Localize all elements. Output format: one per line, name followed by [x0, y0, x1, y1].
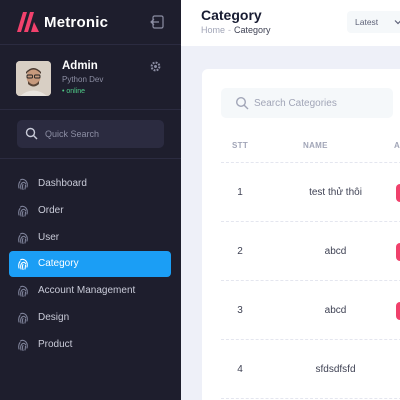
cell-name: test thử thôi — [309, 187, 362, 198]
delete-button[interactable] — [396, 184, 400, 202]
sidebar-item-label: Account Management — [38, 285, 136, 296]
category-card: STT NAME A 1 test thử thôi 2 abcd 3 abcd… — [202, 69, 400, 400]
column-header-name[interactable]: NAME — [303, 141, 328, 150]
fingerprint-icon — [18, 285, 28, 297]
table-row: 1 test thử thôi — [221, 163, 400, 222]
fingerprint-icon — [18, 232, 28, 244]
sidebar-item-user[interactable]: User — [9, 225, 171, 251]
fingerprint-icon — [18, 312, 28, 324]
user-panel: Admin Python Dev • online — [0, 46, 181, 110]
breadcrumb-separator: - — [228, 25, 232, 35]
user-status: • online — [62, 88, 86, 95]
sidebar: Metronic Admin Python Dev • online Quick… — [0, 0, 181, 400]
sort-select-value: Latest — [355, 17, 379, 27]
column-header-actions: A — [394, 141, 400, 150]
sidebar-item-product[interactable]: Product — [9, 332, 171, 358]
cell-name: abcd — [324, 246, 347, 257]
avatar-image — [16, 61, 51, 96]
sidebar-item-label: Design — [38, 312, 70, 323]
page-header: Category Home - Category Latest — [181, 0, 400, 46]
table-row: 3 abcd — [221, 281, 400, 340]
sidebar-item-label: Order — [38, 205, 64, 216]
cell-stt: 3 — [237, 305, 243, 316]
sidebar-divider — [0, 158, 181, 159]
metronic-logo-icon — [17, 12, 39, 32]
quick-search — [17, 120, 164, 148]
fingerprint-icon — [18, 205, 28, 217]
fingerprint-icon — [18, 339, 28, 351]
gear-icon[interactable] — [149, 60, 162, 73]
breadcrumb-home[interactable]: Home — [201, 25, 225, 35]
search-icon — [25, 127, 38, 140]
search-icon — [235, 96, 249, 110]
fingerprint-icon — [18, 178, 28, 190]
cell-stt: 2 — [237, 246, 243, 257]
user-name: Admin — [62, 60, 98, 72]
column-header-stt[interactable]: STT — [232, 141, 248, 150]
cell-name: sfdsdfsfd — [315, 364, 356, 375]
table-row: 2 abcd — [221, 222, 400, 281]
delete-button[interactable] — [396, 243, 400, 261]
sidebar-item-dashboard[interactable]: Dashboard — [9, 171, 171, 197]
sidebar-item-order[interactable]: Order — [9, 198, 171, 224]
cell-stt: 1 — [237, 187, 243, 198]
collapse-sidebar-icon[interactable] — [150, 15, 164, 29]
user-role: Python Dev — [62, 75, 104, 84]
category-search-input[interactable] — [254, 88, 389, 118]
sidebar-item-label: User — [38, 232, 60, 243]
quick-search-input[interactable] — [45, 120, 160, 148]
chevron-down-icon — [394, 20, 400, 25]
sidebar-item-account-management[interactable]: Account Management — [9, 278, 171, 304]
sidebar-item-label: Category — [38, 258, 79, 269]
sidebar-item-label: Product — [38, 339, 73, 350]
sidebar-item-category[interactable]: Category — [9, 251, 171, 277]
sidebar-item-label: Dashboard — [38, 178, 87, 189]
category-search — [221, 88, 393, 118]
cell-stt: 4 — [237, 364, 243, 375]
delete-button[interactable] — [396, 302, 400, 320]
breadcrumb-current: Category — [234, 25, 271, 35]
cell-name: abcd — [324, 305, 347, 316]
brand-bar: Metronic — [0, 0, 181, 45]
sidebar-item-design[interactable]: Design — [9, 305, 171, 331]
page-title: Category — [201, 7, 262, 23]
brand-name: Metronic — [44, 14, 109, 31]
sort-select[interactable]: Latest — [347, 11, 400, 33]
avatar[interactable] — [16, 61, 51, 96]
breadcrumb: Home - Category — [201, 25, 271, 35]
fingerprint-icon — [18, 258, 28, 270]
table-row: 4 sfdsdfsfd — [221, 340, 400, 399]
